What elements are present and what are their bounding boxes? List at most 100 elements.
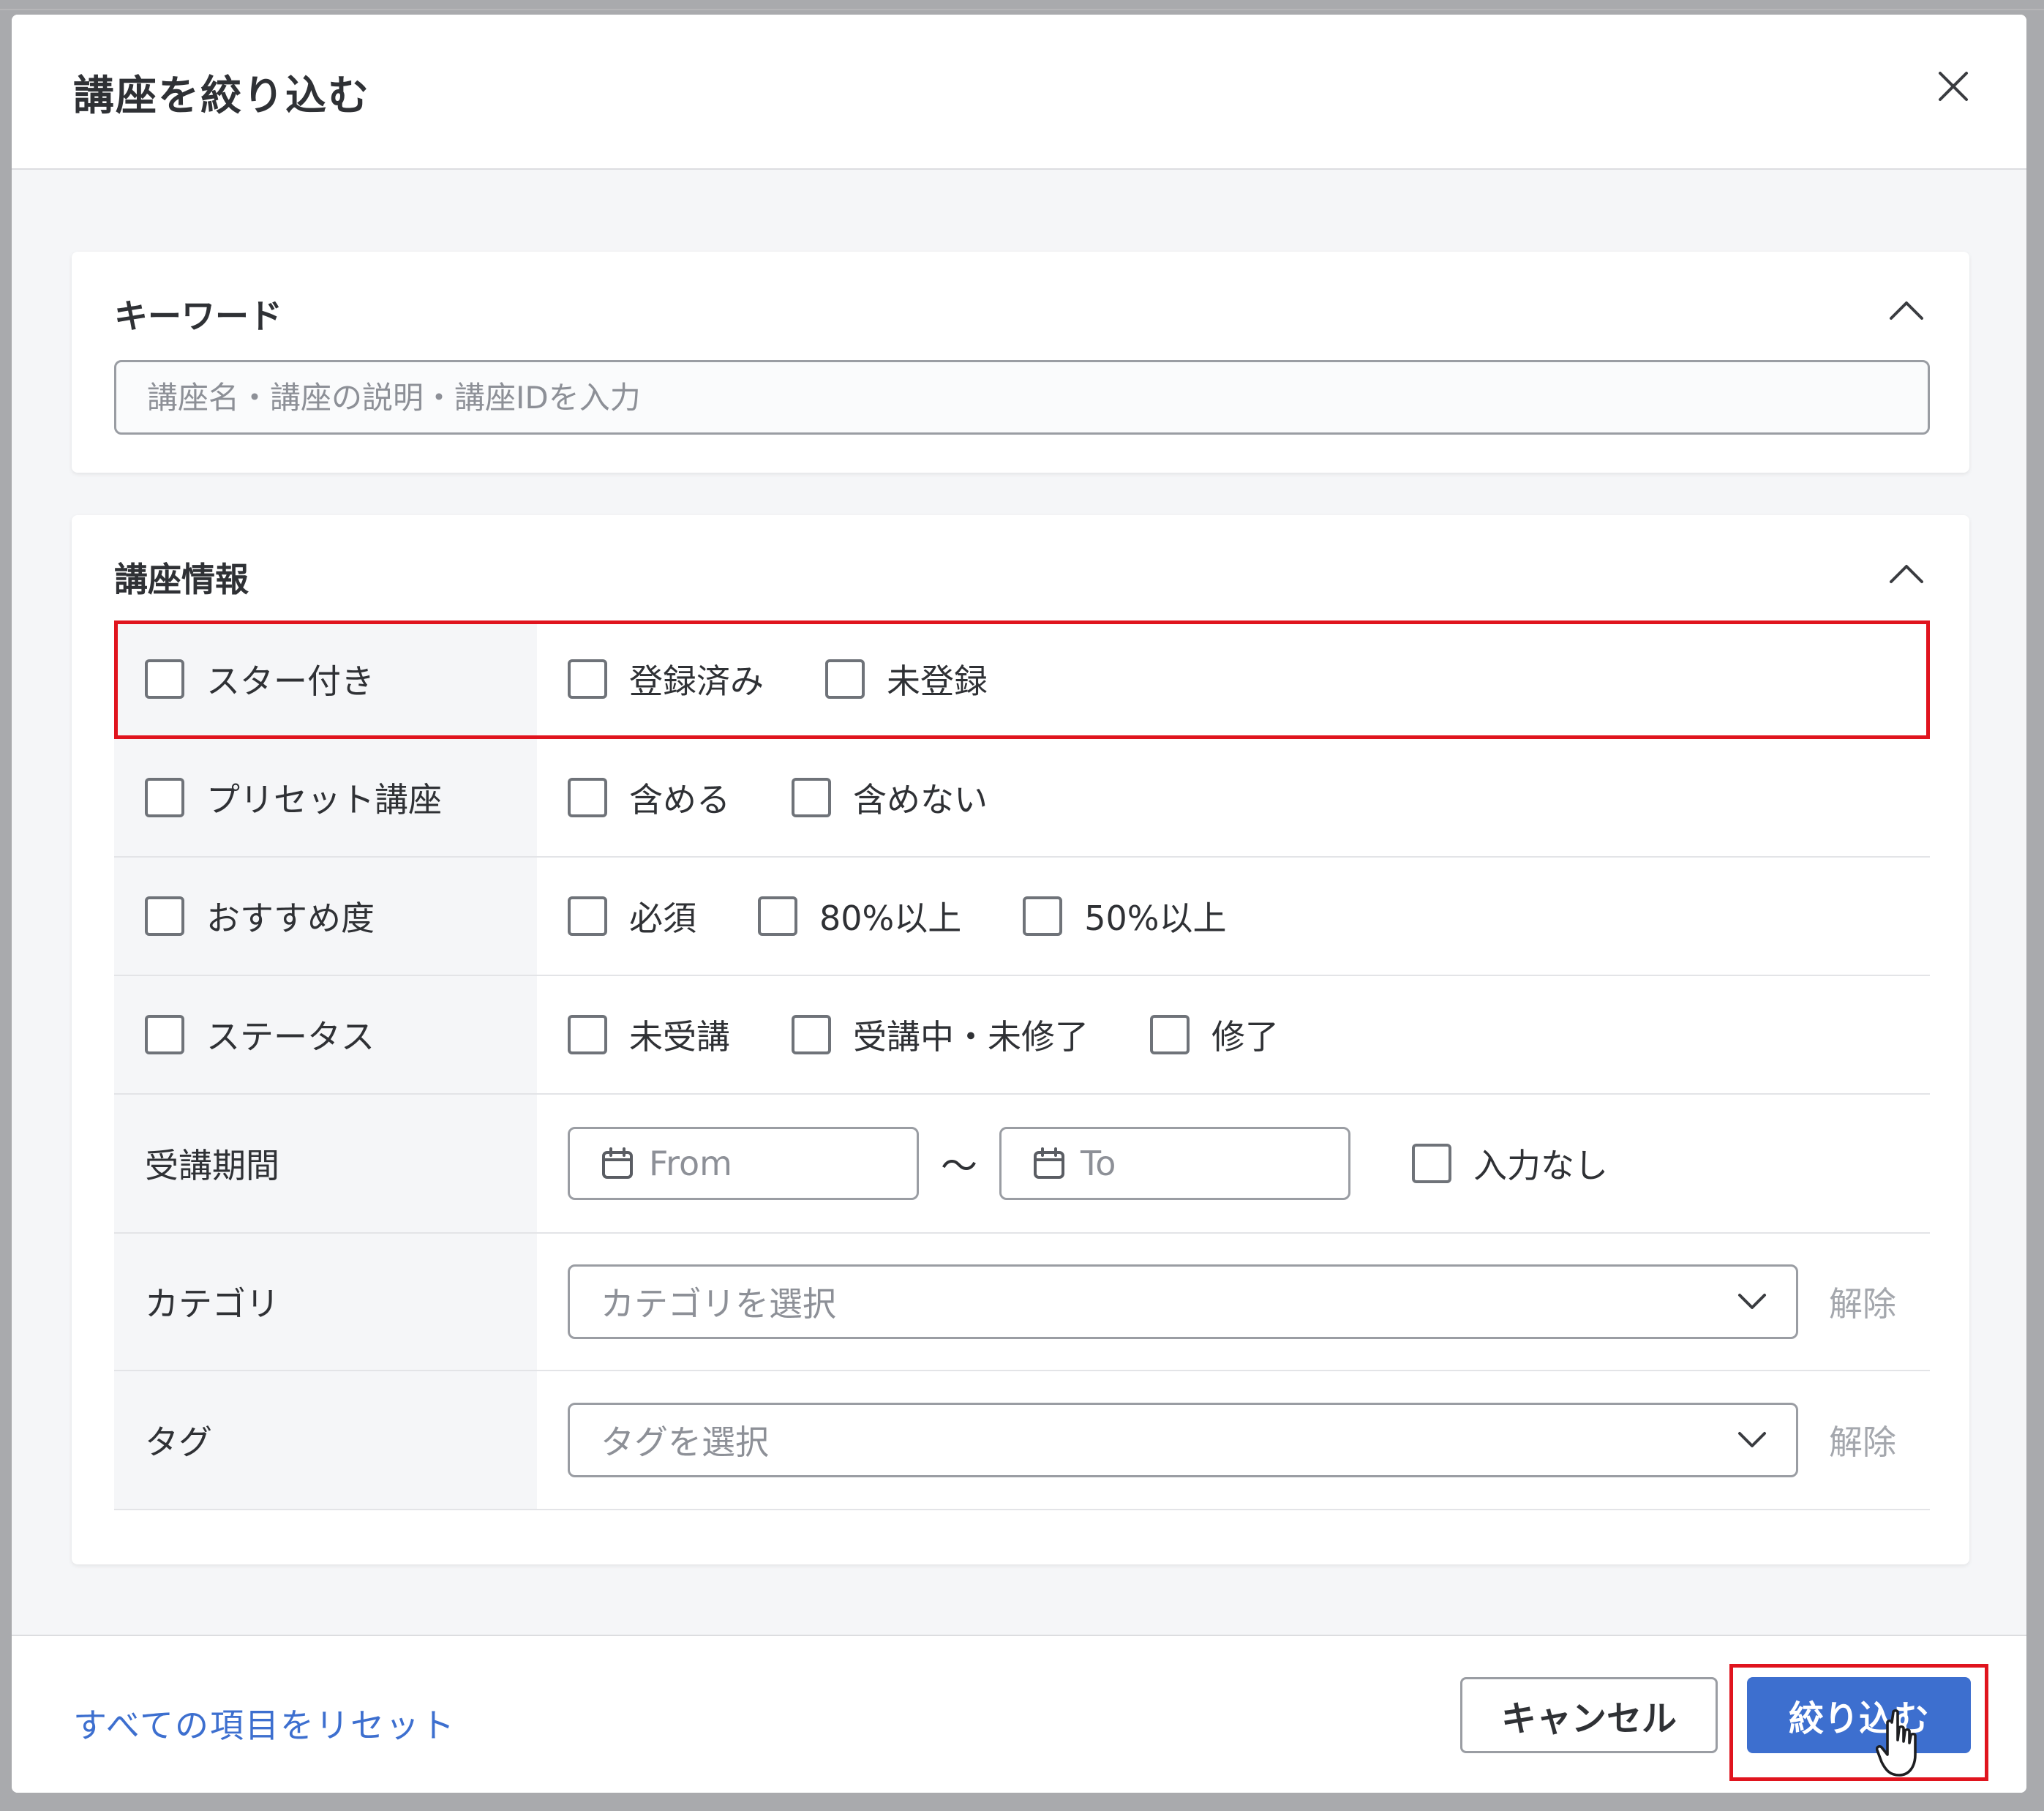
dialog-title: 講座を絞り込む xyxy=(73,72,370,120)
option-label: 含める xyxy=(629,780,730,820)
option-label: 入力なし xyxy=(1473,1146,1608,1185)
filter-dialog: 講座を絞り込む キーワード 講座情報 xyxy=(12,15,2026,1793)
keyword-section-title: キーワード xyxy=(114,296,282,336)
keyword-input[interactable] xyxy=(114,360,1930,435)
option-label: 登録済み xyxy=(629,661,764,701)
preset-include-option[interactable]: 含める xyxy=(568,773,730,822)
option-label: 修了 xyxy=(1211,1017,1279,1057)
close-icon xyxy=(1939,72,1968,101)
option-label: 80%以上 xyxy=(819,899,962,938)
preset-exclude-option[interactable]: 含めない xyxy=(792,773,988,822)
checkbox-box[interactable] xyxy=(1412,1144,1451,1183)
filter-table: スター付き 登録済み 未登録 プリセット講座 含める 含めない おすすめ度 必須… xyxy=(114,620,1930,1510)
checkbox-box[interactable] xyxy=(145,778,184,817)
period-from-input[interactable]: From xyxy=(568,1127,919,1200)
recommendation-50-option[interactable]: 50%以上 xyxy=(1023,892,1227,940)
status-completed-option[interactable]: 修了 xyxy=(1150,1011,1279,1059)
calendar-icon xyxy=(601,1147,634,1180)
category-clear-button[interactable]: 解除 xyxy=(1829,1278,1896,1326)
tag-label: タグ xyxy=(114,1371,537,1509)
option-label: 未登録 xyxy=(887,661,988,701)
status-not-started-option[interactable]: 未受講 xyxy=(568,1011,730,1059)
filter-row-options: 登録済み 未登録 xyxy=(537,620,1930,738)
option-label: 含めない xyxy=(853,780,988,820)
keyword-collapse-toggle[interactable] xyxy=(1885,288,1928,332)
course-info-section-title: 講座情報 xyxy=(114,560,249,599)
filter-row-options: 未受講 受講中・未修了 修了 xyxy=(537,976,1930,1093)
apply-filter-button[interactable]: 絞り込む xyxy=(1747,1677,1971,1753)
filter-row-label-cell: ステータス xyxy=(114,976,537,1093)
recommendation-80-option[interactable]: 80%以上 xyxy=(758,892,961,940)
recommendation-checkbox[interactable]: おすすめ度 xyxy=(145,892,375,940)
starred-checkbox[interactable]: スター付き xyxy=(145,655,375,703)
close-button[interactable] xyxy=(1930,63,1977,110)
checkbox-box[interactable] xyxy=(1023,896,1063,936)
tag-clear-button[interactable]: 解除 xyxy=(1829,1416,1896,1464)
checkbox-box[interactable] xyxy=(825,659,865,699)
keyword-card: キーワード xyxy=(72,252,1969,473)
status-checkbox[interactable]: ステータス xyxy=(145,1011,375,1059)
chevron-down-icon xyxy=(1738,1294,1766,1309)
tag-select[interactable]: タグを選択 xyxy=(568,1403,1798,1477)
starred-registered-option[interactable]: 登録済み xyxy=(568,655,764,703)
cancel-button[interactable]: キャンセル xyxy=(1460,1677,1718,1753)
option-label: 受講中・未修了 xyxy=(853,1017,1089,1057)
checkbox-box[interactable] xyxy=(568,659,607,699)
filter-row-options: From 〜 To 入力なし xyxy=(537,1095,1930,1232)
filter-row-recommendation: おすすめ度 必須 80%以上 50%以上 xyxy=(114,858,1930,976)
checkbox-box[interactable] xyxy=(568,1015,607,1054)
dialog-header: 講座を絞り込む xyxy=(12,15,2026,170)
checkbox-box[interactable] xyxy=(145,659,184,699)
checkbox-box[interactable] xyxy=(568,896,607,936)
checkbox-box[interactable] xyxy=(145,896,184,936)
recommendation-required-option[interactable]: 必須 xyxy=(568,892,696,940)
filter-row-options: 必須 80%以上 50%以上 xyxy=(537,858,1930,975)
backdrop-edge xyxy=(0,9,2044,10)
checkbox-box[interactable] xyxy=(758,896,797,936)
option-label: 50%以上 xyxy=(1084,899,1227,938)
period-to-placeholder: To xyxy=(1081,1144,1116,1183)
filter-row-status: ステータス 未受講 受講中・未修了 修了 xyxy=(114,976,1930,1095)
filter-row-options: 含める 含めない xyxy=(537,739,1930,856)
checkbox-box[interactable] xyxy=(568,778,607,817)
preset-checkbox[interactable]: プリセット講座 xyxy=(145,773,442,822)
filter-row-starred: スター付き 登録済み 未登録 xyxy=(114,620,1930,739)
starred-unregistered-option[interactable]: 未登録 xyxy=(825,655,988,703)
category-select[interactable]: カテゴリを選択 xyxy=(568,1264,1798,1339)
checkbox-box[interactable] xyxy=(145,1015,184,1054)
filter-row-label-cell: プリセット講座 xyxy=(114,739,537,856)
category-placeholder: カテゴリを選択 xyxy=(601,1284,836,1324)
chevron-up-icon xyxy=(1890,301,1923,320)
filter-row-category: カテゴリ カテゴリを選択 解除 xyxy=(114,1234,1930,1371)
period-separator: 〜 xyxy=(941,1145,977,1188)
tag-placeholder: タグを選択 xyxy=(601,1422,769,1462)
course-info-card: 講座情報 スター付き 登録済み 未登録 プリセット講座 含める 含めない おすす… xyxy=(72,515,1969,1564)
status-in-progress-option[interactable]: 受講中・未修了 xyxy=(792,1011,1089,1059)
filter-row-label-cell: スター付き xyxy=(114,620,537,738)
status-label: ステータス xyxy=(206,1017,375,1057)
calendar-icon xyxy=(1032,1147,1066,1180)
starred-label: スター付き xyxy=(206,661,375,701)
recommendation-label: おすすめ度 xyxy=(206,899,375,938)
filter-row-preset: プリセット講座 含める 含めない xyxy=(114,739,1930,858)
period-no-input-option[interactable]: 入力なし xyxy=(1412,1139,1608,1188)
period-from-placeholder: From xyxy=(649,1144,732,1183)
preset-label: プリセット講座 xyxy=(206,780,442,820)
chevron-up-icon xyxy=(1890,565,1923,583)
checkbox-box[interactable] xyxy=(792,778,831,817)
period-to-input[interactable]: To xyxy=(999,1127,1350,1200)
chevron-down-icon xyxy=(1738,1432,1766,1447)
filter-row-options: カテゴリを選択 解除 xyxy=(537,1234,1930,1370)
checkbox-box[interactable] xyxy=(1150,1015,1190,1054)
checkbox-box[interactable] xyxy=(792,1015,831,1054)
category-label: カテゴリ xyxy=(114,1234,537,1370)
filter-row-options: タグを選択 解除 xyxy=(537,1371,1930,1509)
reset-all-link[interactable]: すべての項目をリセット xyxy=(73,1699,456,1747)
course-info-collapse-toggle[interactable] xyxy=(1885,552,1928,596)
filter-row-label-cell: おすすめ度 xyxy=(114,858,537,975)
period-label: 受講期間 xyxy=(114,1095,537,1232)
filter-row-tag: タグ タグを選択 解除 xyxy=(114,1371,1930,1510)
option-label: 必須 xyxy=(629,899,696,938)
option-label: 未受講 xyxy=(629,1017,730,1057)
dialog-footer: すべての項目をリセット キャンセル 絞り込む xyxy=(12,1635,2026,1793)
